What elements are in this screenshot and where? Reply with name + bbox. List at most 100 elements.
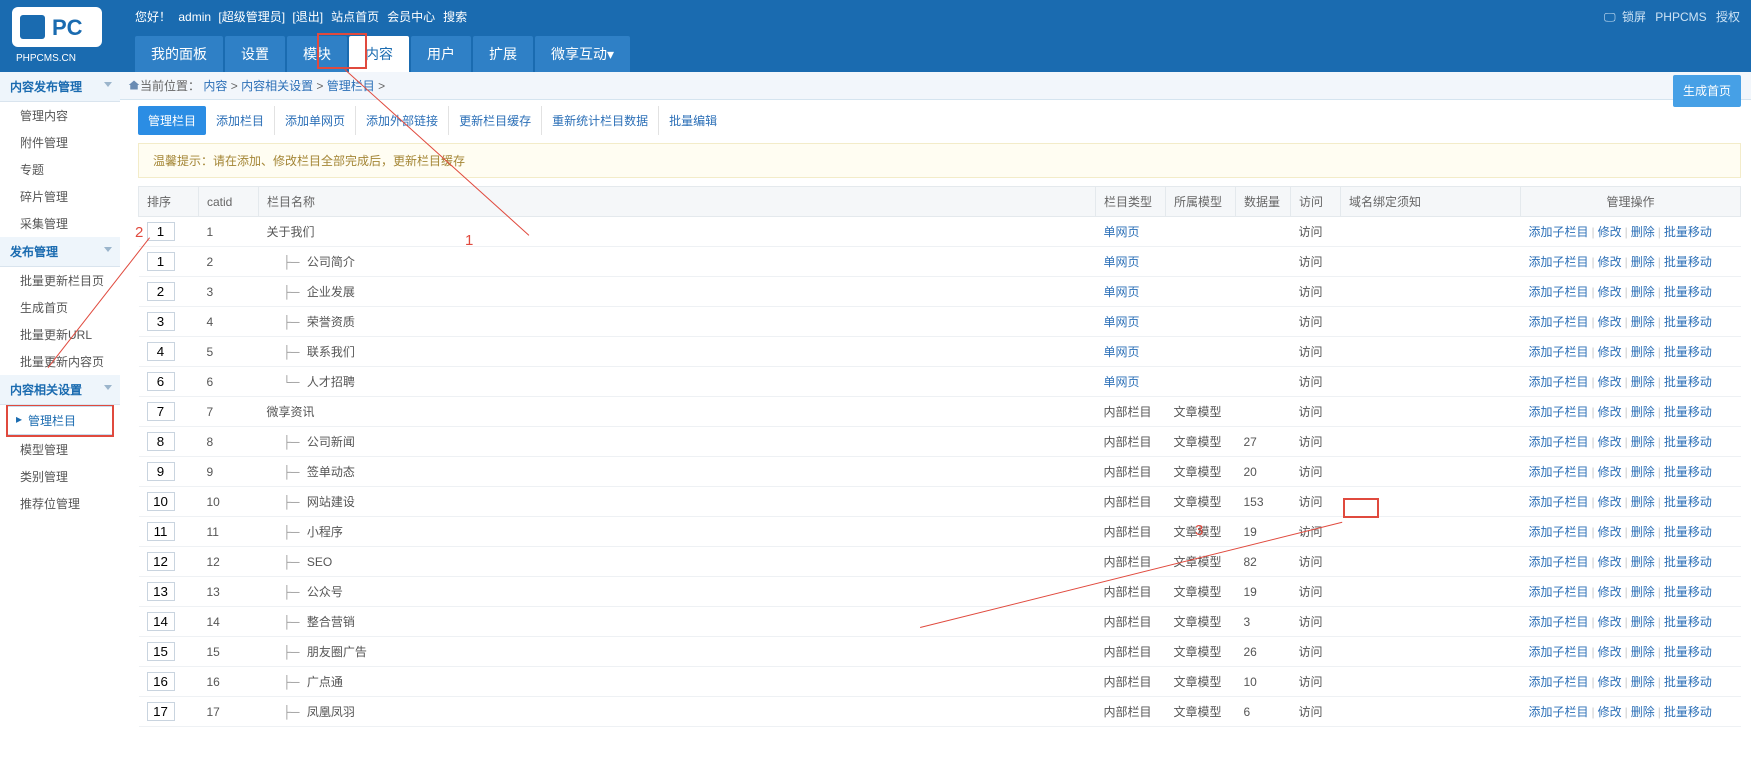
nav-tab[interactable]: 设置 [225,36,285,74]
crumb-link[interactable]: 管理栏目 [327,79,375,93]
op-addsub[interactable]: 添加子栏目 [1529,525,1589,539]
visit-link[interactable]: 访问 [1299,705,1323,719]
op-edit[interactable]: 修改 [1598,675,1622,689]
type-link[interactable]: 内部栏目 [1104,465,1152,479]
op-move[interactable]: 批量移动 [1664,705,1712,719]
op-addsub[interactable]: 添加子栏目 [1529,435,1589,449]
op-del[interactable]: 删除 [1631,675,1655,689]
type-link[interactable]: 内部栏目 [1104,555,1152,569]
op-addsub[interactable]: 添加子栏目 [1529,585,1589,599]
op-del[interactable]: 删除 [1631,285,1655,299]
op-del[interactable]: 删除 [1631,465,1655,479]
op-del[interactable]: 删除 [1631,255,1655,269]
sidebar-item[interactable]: 管理栏目 [8,406,112,435]
nav-tab[interactable]: 模块 [287,36,347,74]
visit-link[interactable]: 访问 [1299,495,1323,509]
op-addsub[interactable]: 添加子栏目 [1529,555,1589,569]
op-move[interactable]: 批量移动 [1664,375,1712,389]
type-link[interactable]: 单网页 [1104,345,1140,359]
type-link[interactable]: 内部栏目 [1104,675,1152,689]
op-del[interactable]: 删除 [1631,495,1655,509]
op-move[interactable]: 批量移动 [1664,585,1712,599]
username-link[interactable]: admin [178,10,211,24]
visit-link[interactable]: 访问 [1299,615,1323,629]
op-del[interactable]: 删除 [1631,405,1655,419]
nav-tab[interactable]: 扩展 [473,36,533,74]
crumb-link[interactable]: 内容 [203,79,227,93]
sidebar-item[interactable]: 批量更新URL [0,321,120,348]
sort-input[interactable] [147,402,175,421]
op-del[interactable]: 删除 [1631,345,1655,359]
type-link[interactable]: 单网页 [1104,315,1140,329]
subtab[interactable]: 添加栏目 [206,106,275,135]
sidebar-item[interactable]: 批量更新栏目页 [0,267,120,294]
sidebar-item[interactable]: 推荐位管理 [0,490,120,517]
type-link[interactable]: 单网页 [1104,255,1140,269]
visit-link[interactable]: 访问 [1299,315,1323,329]
op-move[interactable]: 批量移动 [1664,465,1712,479]
op-addsub[interactable]: 添加子栏目 [1529,645,1589,659]
op-del[interactable]: 删除 [1631,645,1655,659]
type-link[interactable]: 单网页 [1104,375,1140,389]
op-addsub[interactable]: 添加子栏目 [1529,345,1589,359]
op-edit[interactable]: 修改 [1598,645,1622,659]
op-edit[interactable]: 修改 [1598,225,1622,239]
toplink[interactable]: [退出] [292,10,323,24]
visit-link[interactable]: 访问 [1299,555,1323,569]
toplink[interactable]: 站点首页 [331,10,379,24]
visit-link[interactable]: 访问 [1299,285,1323,299]
sort-input[interactable] [147,462,175,481]
type-link[interactable]: 内部栏目 [1104,525,1152,539]
op-del[interactable]: 删除 [1631,225,1655,239]
type-link[interactable]: 单网页 [1104,285,1140,299]
op-addsub[interactable]: 添加子栏目 [1529,495,1589,509]
op-del[interactable]: 删除 [1631,315,1655,329]
op-move[interactable]: 批量移动 [1664,525,1712,539]
sort-input[interactable] [147,342,175,361]
subtab[interactable]: 重新统计栏目数据 [542,106,659,135]
op-edit[interactable]: 修改 [1598,285,1622,299]
op-move[interactable]: 批量移动 [1664,645,1712,659]
op-edit[interactable]: 修改 [1598,435,1622,449]
op-edit[interactable]: 修改 [1598,465,1622,479]
op-edit[interactable]: 修改 [1598,375,1622,389]
sort-input[interactable] [147,372,175,391]
op-addsub[interactable]: 添加子栏目 [1529,255,1589,269]
op-del[interactable]: 删除 [1631,375,1655,389]
op-move[interactable]: 批量移动 [1664,615,1712,629]
visit-link[interactable]: 访问 [1299,465,1323,479]
op-addsub[interactable]: 添加子栏目 [1529,705,1589,719]
op-edit[interactable]: 修改 [1598,705,1622,719]
type-link[interactable]: 内部栏目 [1104,495,1152,509]
sort-input[interactable] [147,552,175,571]
side-group-title[interactable]: 发布管理 [0,237,120,267]
toplink[interactable]: 会员中心 [387,10,435,24]
visit-link[interactable]: 访问 [1299,645,1323,659]
nav-tab[interactable]: 用户 [411,36,471,74]
sort-input[interactable] [147,432,175,451]
visit-link[interactable]: 访问 [1299,405,1323,419]
op-del[interactable]: 删除 [1631,435,1655,449]
subtab[interactable]: 更新栏目缓存 [449,106,542,135]
sort-input[interactable] [147,702,175,721]
nav-tab[interactable]: 内容 [349,36,409,74]
type-link[interactable]: 内部栏目 [1104,705,1152,719]
sidebar-item[interactable]: 管理内容 [0,102,120,129]
type-link[interactable]: 内部栏目 [1104,615,1152,629]
op-del[interactable]: 删除 [1631,585,1655,599]
op-addsub[interactable]: 添加子栏目 [1529,375,1589,389]
op-addsub[interactable]: 添加子栏目 [1529,465,1589,479]
sidebar-item[interactable]: 采集管理 [0,210,120,237]
op-move[interactable]: 批量移动 [1664,225,1712,239]
nav-tab[interactable]: 我的面板 [135,36,223,74]
op-move[interactable]: 批量移动 [1664,315,1712,329]
op-del[interactable]: 删除 [1631,705,1655,719]
op-addsub[interactable]: 添加子栏目 [1529,225,1589,239]
sort-input[interactable] [147,312,175,331]
op-edit[interactable]: 修改 [1598,585,1622,599]
op-move[interactable]: 批量移动 [1664,405,1712,419]
sidebar-item[interactable]: 模型管理 [0,436,120,463]
nav-tab[interactable]: 微享互动▾ [535,36,630,74]
sidebar-item[interactable]: 附件管理 [0,129,120,156]
visit-link[interactable]: 访问 [1299,585,1323,599]
